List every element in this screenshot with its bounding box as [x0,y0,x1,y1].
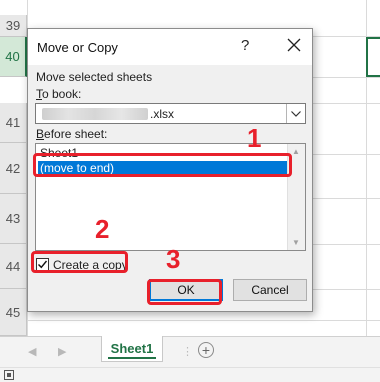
sheet-tab[interactable]: Sheet1 [101,336,163,362]
sheet-tab-bar: ◀ ▶ Sheet1 ⋮ + [0,336,380,368]
annotation-box-3 [147,279,222,305]
before-accesskey: B [36,127,45,141]
row-header[interactable]: 43 [0,194,27,244]
annotation-box-2 [31,251,128,273]
tab-separator-icon: ⋮ [182,346,193,358]
before-sheet-label: Before sheet: [36,127,107,141]
annotation-number-3: 3 [166,244,181,274]
grid-line [27,320,380,321]
to-book-text: o book: [42,87,82,101]
book-extension: .xlsx [150,107,174,121]
help-icon[interactable]: ? [241,37,249,54]
macro-record-icon[interactable] [4,370,14,380]
row-header[interactable]: 42 [0,143,27,194]
row-header[interactable]: 45 [0,289,27,336]
add-sheet-icon[interactable]: + [198,342,214,358]
annotation-number-1: 1 [247,123,262,153]
row-header[interactable]: 39 [0,15,27,37]
move-selected-label: Move selected sheets [36,70,153,84]
close-icon[interactable] [284,34,304,56]
scroll-down-icon[interactable]: ▼ [292,238,300,247]
prev-sheet-icon[interactable]: ◀ [28,345,36,358]
status-bar [0,367,380,382]
dialog-titlebar[interactable]: Move or Copy ? [28,29,312,65]
dialog-title: Move or Copy [37,40,118,55]
row-header[interactable]: 44 [0,244,27,289]
before-text: efore sheet: [44,127,108,141]
annotation-box-1 [33,153,292,177]
to-book-label: To book: [36,87,81,101]
scroll-up-icon[interactable]: ▲ [292,147,300,156]
row-header-selected[interactable]: 40 [0,37,27,77]
next-sheet-icon[interactable]: ▶ [58,345,66,358]
chevron-down-icon[interactable] [286,104,305,123]
annotation-number-2: 2 [95,214,110,244]
selected-cell[interactable] [366,37,380,77]
to-book-dropdown[interactable]: .xlsx [35,103,306,124]
row-header[interactable]: 41 [0,103,27,143]
cancel-button[interactable]: Cancel [233,279,307,301]
blurred-book-name [42,108,148,120]
